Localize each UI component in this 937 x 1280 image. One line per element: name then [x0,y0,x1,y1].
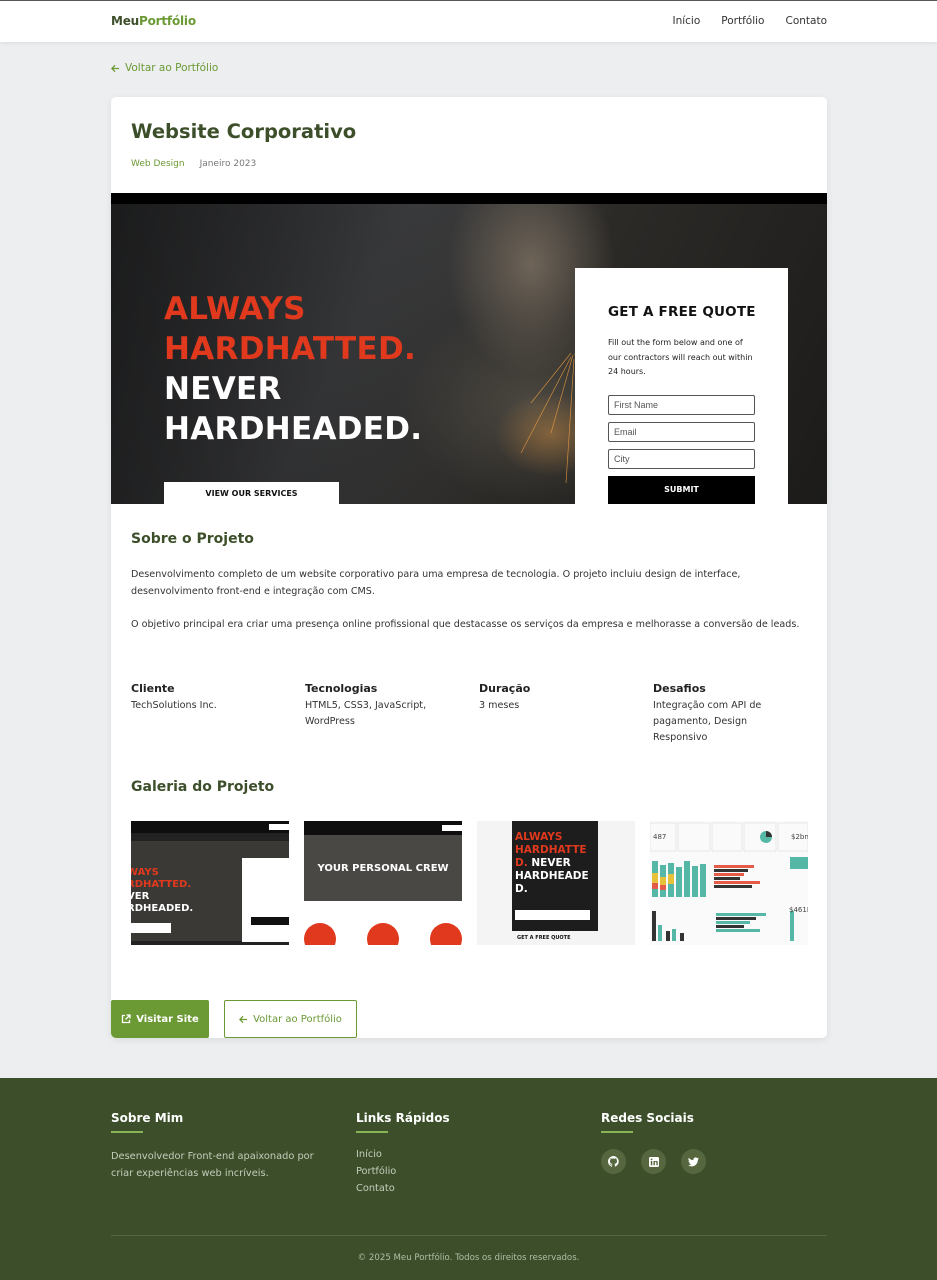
footer-link-contato[interactable]: Contato [356,1183,450,1194]
gallery-thumb-3[interactable]: ALWAYS HARDHATTE D. NEVER HARDHEADE D. G… [477,821,635,945]
footer-links: Links Rápidos Início Portfólio Contato [356,1111,450,1194]
nav-link-contato[interactable]: Contato [785,15,827,27]
main-nav: Início Portfólio Contato [672,15,827,27]
svg-text:RDHEADED.: RDHEADED. [131,903,193,914]
gallery-heading: Galeria do Projeto [131,779,275,795]
copyright-text: © 2025 Meu Portfólio. Todos os direitos … [357,1253,580,1263]
back-to-portfolio-link[interactable]: Voltar ao Portfólio [111,62,218,74]
footer-social: Redes Sociais [601,1111,706,1174]
gallery-thumb-2[interactable]: YOUR PERSONAL CREW [304,821,462,945]
back-link-label: Voltar ao Portfólio [125,62,219,74]
site-footer: Sobre Mim Desenvolvedor Front-end apaixo… [0,1078,937,1280]
visit-site-label: Visitar Site [136,1013,199,1025]
info-label: Tecnologias [305,682,378,695]
gallery-thumb-4[interactable]: 487 $2bn $461M [650,821,808,945]
title-underline [356,1131,388,1133]
footer-social-title: Redes Sociais [601,1111,694,1125]
submit-button: SUBMIT [608,476,755,504]
project-hero-image: ALWAYS HARDHATTED. NEVER HARDHEADED. VIE… [111,193,827,504]
back-to-portfolio-button[interactable]: Voltar ao Portfólio [224,1000,357,1038]
thumb-2-preview [304,821,462,945]
site-logo[interactable]: MeuPortfólio [111,14,196,28]
external-link-icon [122,1014,131,1024]
logo-part2: Portfólio [139,14,196,28]
headline-line-2: HARDHATTED. [164,331,417,367]
arrow-left-icon [111,64,120,72]
footer-link-inicio[interactable]: Início [356,1149,450,1160]
nav-link-portfolio[interactable]: Portfólio [721,15,764,27]
project-date: Janeiro 2023 [199,159,257,169]
github-icon[interactable] [601,1149,626,1174]
thumb-3-quote: GET A FREE QUOTE [517,935,571,941]
logo-part1: Meu [111,14,140,28]
info-value: TechSolutions Inc. [131,700,217,711]
svg-text:WAYS: WAYS [131,867,159,878]
project-meta: Web Design Janeiro 2023 [131,159,256,169]
dashboard-number-2: $2bn [791,833,808,841]
quote-title: GET A FREE QUOTE [608,304,756,320]
nav-link-inicio[interactable]: Início [672,15,700,27]
headline-line-3: NEVER [164,371,282,407]
footer-about-text: Desenvolvedor Front-end apaixonado por c… [111,1151,314,1179]
thumb-4-dashboard [650,821,808,945]
hero-headline: ALWAYS HARDHATTED. NEVER HARDHEADED. [164,289,422,449]
headline-line-4: HARDHEADED. [164,411,423,447]
project-title: Website Corporativo [131,120,357,143]
about-paragraph-2: O objetivo principal era criar uma prese… [131,619,800,630]
title-underline [601,1131,633,1133]
info-challenges: Desafios Integração com API de pagamento… [653,682,793,746]
thumb-1-preview: WAYSRDHATTED. VERRDHEADED. [131,821,289,945]
project-category: Web Design [131,159,185,169]
about-paragraph-1: Desenvolvimento completo de um website c… [131,569,741,597]
top-navbar: MeuPortfólio Início Portfólio Contato [0,0,937,42]
footer-about-title: Sobre Mim [111,1111,184,1125]
info-technologies: Tecnologias HTML5, CSS3, JavaScript, Wor… [305,682,445,730]
about-heading: Sobre o Projeto [131,531,254,547]
info-client: Cliente TechSolutions Inc. [131,682,281,714]
first-name-field: First Name [608,395,755,415]
twitter-icon[interactable] [681,1149,706,1174]
thumb-2-caption: YOUR PERSONAL CREW [317,863,449,874]
footer-about: Sobre Mim Desenvolvedor Front-end apaixo… [111,1111,331,1182]
thumb-3-headline: ALWAYS HARDHATTE D. NEVER HARDHEADE D. [515,831,589,895]
info-duration: Duração 3 meses [479,682,629,714]
footer-link-list: Início Portfólio Contato [356,1149,450,1194]
quote-text: Fill out the form below and one of our c… [608,338,753,376]
dashboard-number-1: 487 [653,833,667,841]
footer-links-title: Links Rápidos [356,1111,450,1125]
back-button-label: Voltar ao Portfólio [253,1013,342,1025]
linkedin-icon[interactable] [641,1149,666,1174]
visit-site-button[interactable]: Visitar Site [111,1000,209,1038]
arrow-left-icon [239,1015,248,1023]
info-label: Duração [479,682,531,695]
title-underline [111,1131,143,1133]
info-value: HTML5, CSS3, JavaScript, WordPress [305,700,427,727]
view-services-button: VIEW OUR SERVICES [164,482,339,504]
footer-divider [111,1235,827,1236]
info-label: Cliente [131,682,175,695]
info-label: Desafios [653,682,706,695]
social-icons [601,1149,706,1174]
city-field: City [608,449,755,469]
gallery-thumb-1[interactable]: WAYSRDHATTED. VERRDHEADED. [131,821,289,945]
quote-form-mockup: GET A FREE QUOTE Fill out the form below… [575,268,788,504]
dashboard-number-3: $461M [789,906,808,914]
svg-text:VER: VER [131,891,150,902]
svg-text:RDHATTED.: RDHATTED. [131,879,191,890]
project-card: Website Corporativo Web Design Janeiro 2… [111,97,827,1038]
footer-link-portfolio[interactable]: Portfólio [356,1166,450,1177]
email-field: Email [608,422,755,442]
headline-line-1: ALWAYS [164,291,306,327]
info-value: Integração com API de pagamento, Design … [653,700,762,743]
info-value: 3 meses [479,700,520,711]
